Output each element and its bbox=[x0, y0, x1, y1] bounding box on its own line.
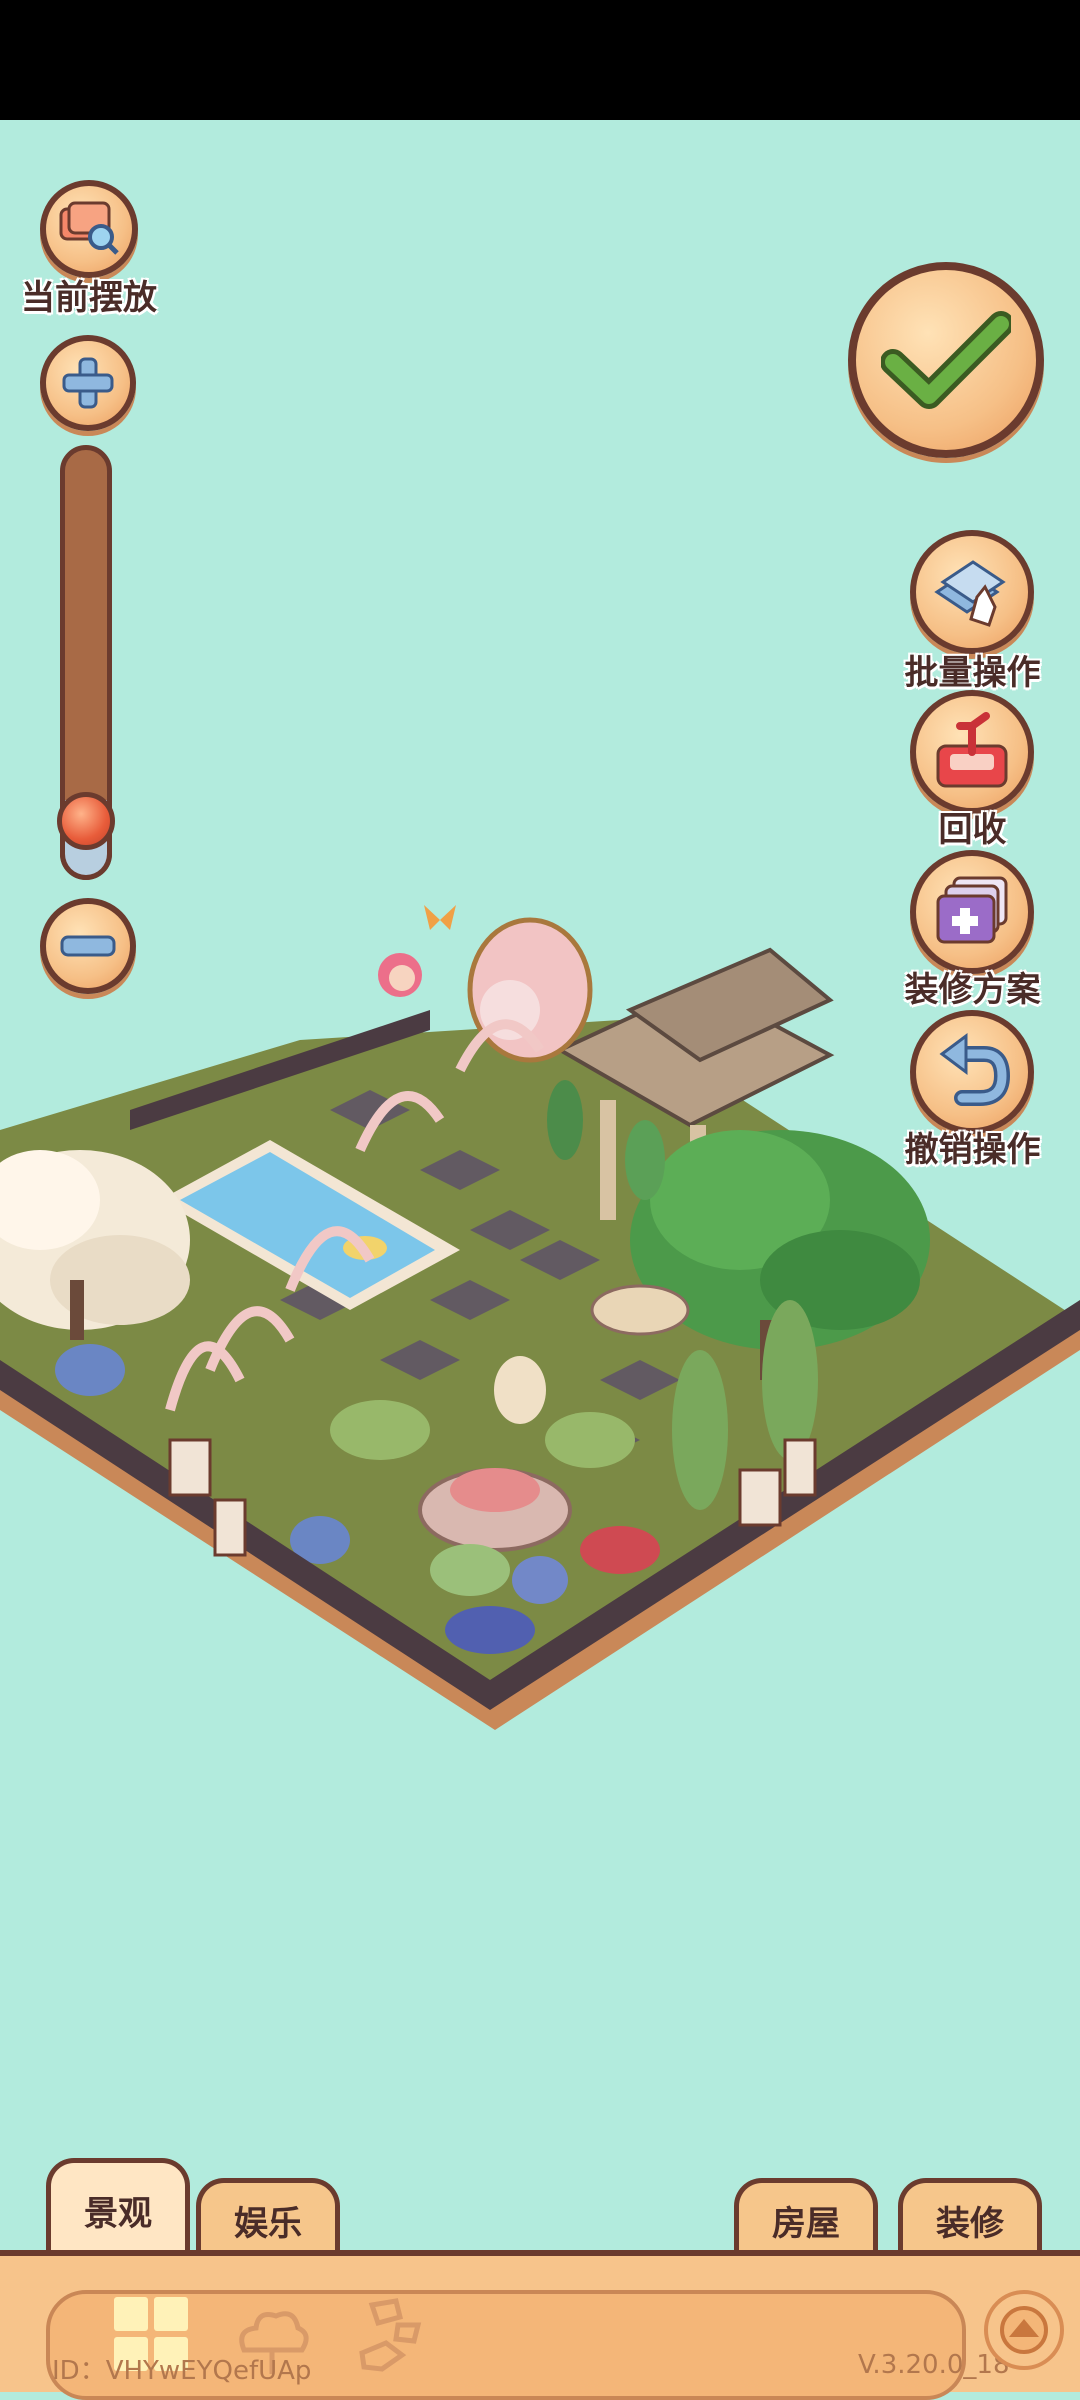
current-placement-button[interactable] bbox=[40, 180, 138, 278]
search-box-icon bbox=[59, 201, 119, 255]
cypress-tree bbox=[762, 1300, 818, 1460]
undo-button[interactable] bbox=[910, 1010, 1034, 1134]
version-text: V.3.20.0_18 bbox=[858, 2350, 1010, 2380]
minus-icon bbox=[60, 935, 116, 957]
confirm-button[interactable] bbox=[848, 262, 1044, 458]
zoom-slider-knob[interactable] bbox=[57, 792, 115, 850]
checkmark-icon bbox=[881, 311, 1011, 409]
chevron-up-icon bbox=[1000, 2306, 1048, 2354]
stone-icon[interactable] bbox=[352, 2295, 432, 2375]
user-id-text: ID：VHYwEYQefUAp bbox=[52, 2356, 312, 2386]
current-placement-label: 当前摆放 bbox=[21, 278, 157, 318]
plus-icon bbox=[62, 357, 114, 409]
tab-entertainment[interactable]: 娱乐 bbox=[196, 2178, 340, 2258]
zoom-in-button[interactable] bbox=[40, 335, 136, 431]
topiary bbox=[547, 1080, 583, 1160]
tab-house[interactable]: 房屋 bbox=[734, 2178, 878, 2258]
garden-table bbox=[590, 1284, 690, 1336]
butterfly bbox=[424, 905, 456, 930]
undo-label: 撤销操作 bbox=[904, 1130, 1041, 1170]
tab-renovation[interactable]: 装修 bbox=[898, 2178, 1042, 2258]
cypress-tree bbox=[672, 1350, 728, 1510]
decoration-plan-label: 装修方案 bbox=[904, 970, 1041, 1010]
recycle-label: 回收 bbox=[938, 810, 1007, 850]
recycle-button[interactable] bbox=[910, 690, 1034, 814]
zoom-out-button[interactable] bbox=[40, 898, 136, 994]
add-plan-icon bbox=[936, 876, 1008, 944]
expand-panel-button[interactable] bbox=[984, 2290, 1064, 2370]
tab-landscape[interactable]: 景观 bbox=[46, 2158, 190, 2258]
undo-icon bbox=[939, 1033, 1011, 1106]
hand-tap-icon bbox=[934, 560, 1006, 627]
decoration-plan-button[interactable] bbox=[910, 850, 1034, 974]
batch-operation-button[interactable] bbox=[910, 530, 1034, 654]
topiary bbox=[625, 1120, 665, 1200]
batch-operation-label: 批量操作 bbox=[904, 653, 1041, 693]
recycle-bin-icon bbox=[936, 712, 1008, 788]
